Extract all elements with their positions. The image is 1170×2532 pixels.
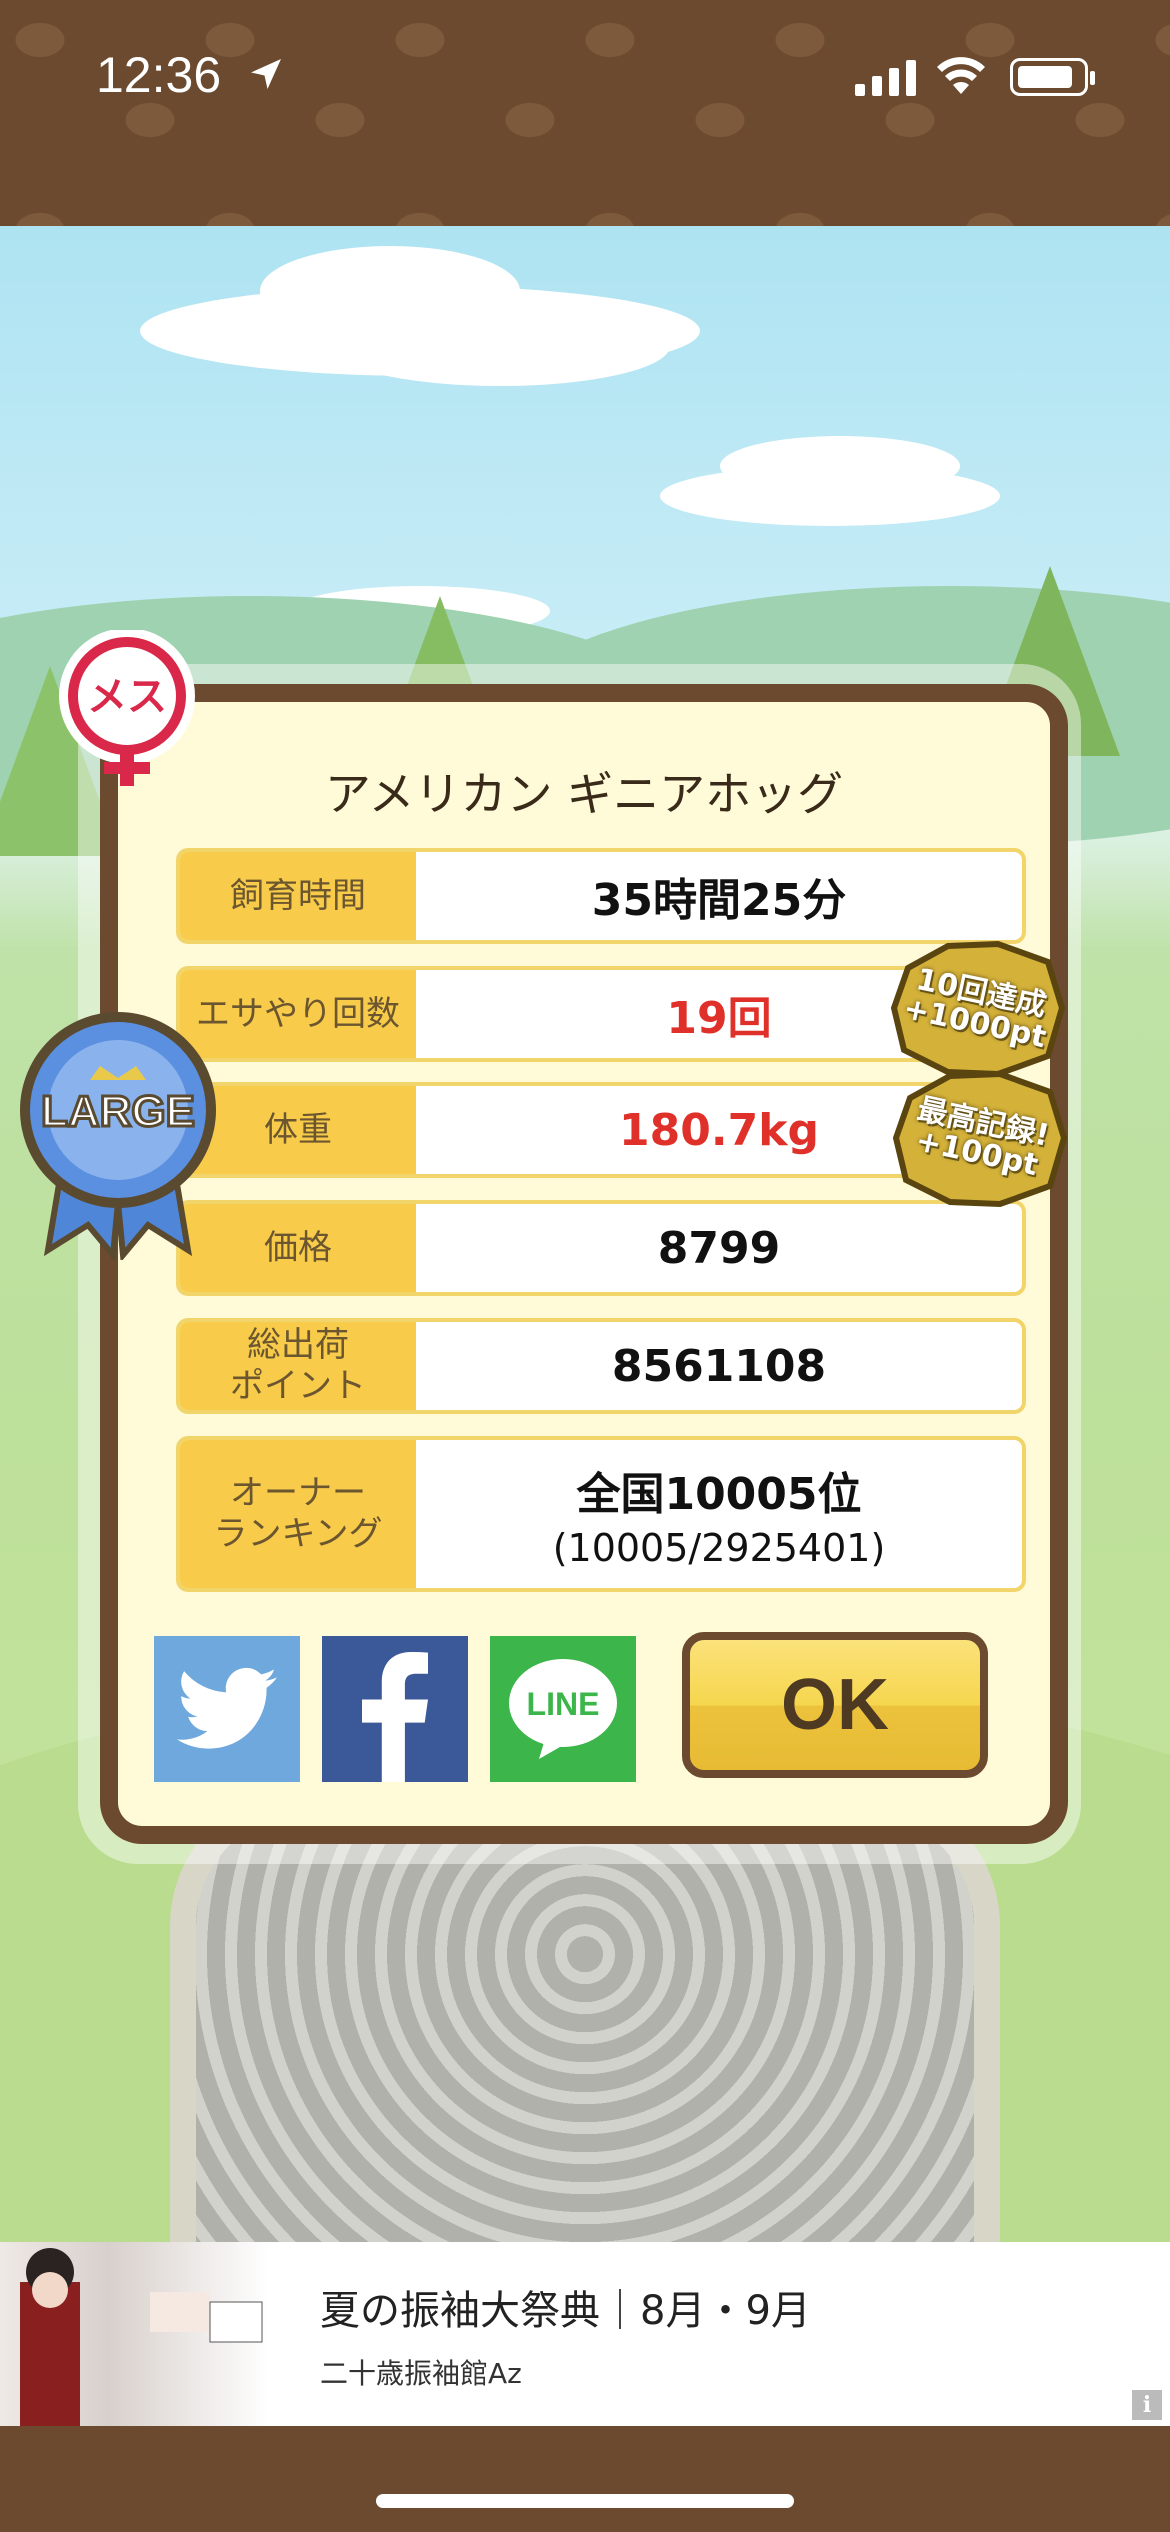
cellular-signal-icon xyxy=(855,58,916,96)
ad-banner[interactable]: 夏の振袖大祭典｜8月・9月 二十歳振袖館Az i xyxy=(0,2242,1170,2426)
wifi-icon xyxy=(937,57,985,94)
location-arrow-icon xyxy=(251,59,281,89)
stat-label: 総出荷 ポイント xyxy=(180,1322,416,1410)
stat-label: オーナー ランキング xyxy=(180,1440,416,1588)
stat-value: 8799 xyxy=(657,1222,781,1274)
ribbon-icon: LARGE xyxy=(20,1012,216,1263)
stat-row-price: 価格 8799 xyxy=(176,1200,1026,1296)
facebook-icon xyxy=(362,1651,428,1782)
result-dialog: アメリカン ギニアホッグ 飼育時間 35時間25分 エサやり回数 19回 体重 … xyxy=(100,684,1068,1844)
stat-value-group: 全国10005位 (10005/2925401) xyxy=(416,1440,1022,1588)
stat-value: 8561108 xyxy=(611,1340,827,1392)
female-gender-badge: メス xyxy=(56,628,198,790)
ok-button[interactable]: OK xyxy=(682,1632,988,1778)
ad-advertiser[interactable]: 二十歳振袖館Az xyxy=(320,2352,522,2392)
battery-icon xyxy=(1010,58,1095,96)
pet-name-title: アメリカン ギニアホッグ xyxy=(324,767,844,821)
line-icon: LINE xyxy=(509,1659,617,1759)
stat-row-breeding-time: 飼育時間 35時間25分 xyxy=(176,848,1026,944)
line-label: LINE xyxy=(527,1686,600,1722)
large-size-ribbon: LARGE xyxy=(18,1000,218,1263)
status-time: 12:36 xyxy=(96,47,222,103)
ad-thumbnail-image[interactable] xyxy=(0,2242,270,2426)
twitter-icon xyxy=(177,1667,277,1749)
stat-row-total-points: 総出荷 ポイント 8561108 xyxy=(176,1318,1026,1414)
line-share-button[interactable]: LINE xyxy=(490,1636,636,1782)
bottom-background xyxy=(0,2426,1170,2532)
stat-row-owner-ranking: オーナー ランキング 全国10005位 (10005/2925401) xyxy=(176,1436,1026,1592)
status-bar: 12:36 xyxy=(0,0,1170,226)
size-label: LARGE xyxy=(41,1087,195,1136)
bonus-badge-record: 最高記録! +100pt xyxy=(890,1068,1070,1208)
ad-info-icon[interactable]: i xyxy=(1132,2390,1162,2420)
ranking-value: 全国10005位 xyxy=(576,1469,862,1520)
ad-title[interactable]: 夏の振袖大祭典｜8月・9月 xyxy=(320,2278,811,2336)
female-symbol-icon: メス xyxy=(59,628,195,786)
home-indicator[interactable] xyxy=(376,2494,794,2508)
gender-label: メス xyxy=(87,674,167,720)
stat-label: 飼育時間 xyxy=(180,852,416,940)
ranking-detail: (10005/2925401) xyxy=(552,1526,886,1570)
twitter-share-button[interactable] xyxy=(154,1636,300,1782)
facebook-share-button[interactable] xyxy=(322,1636,468,1782)
